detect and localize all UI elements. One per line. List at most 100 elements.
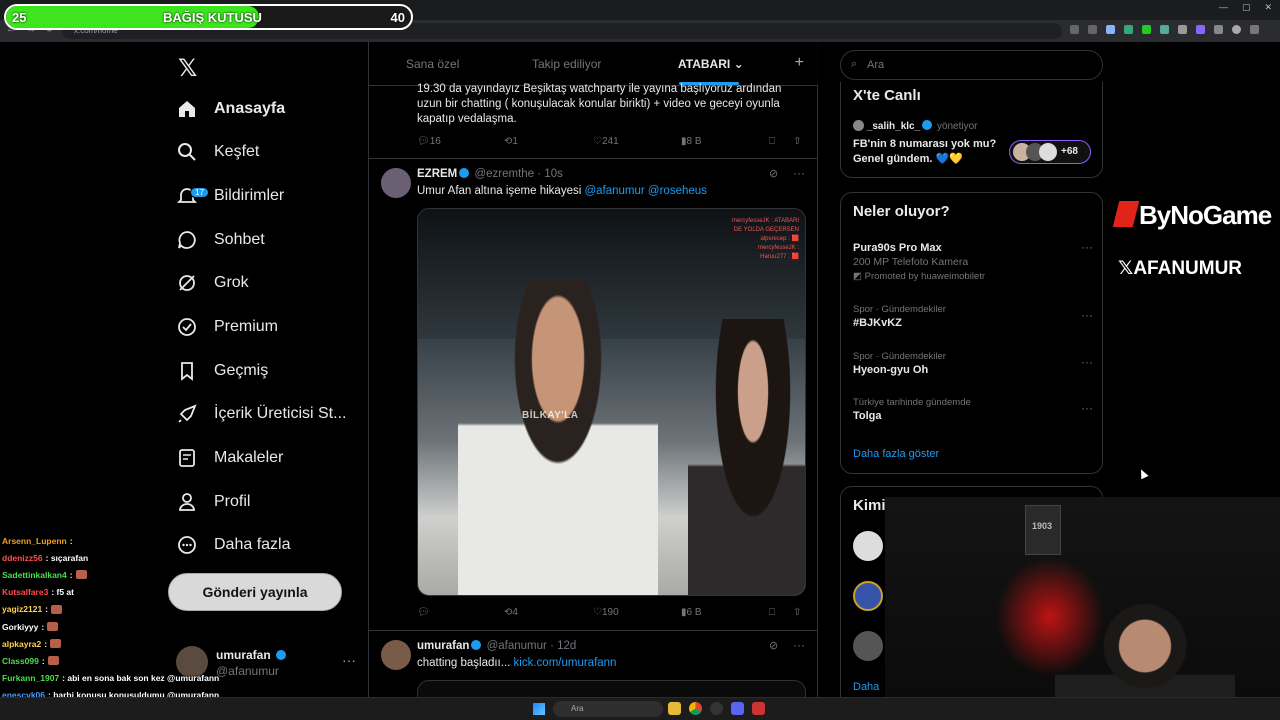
more-dots-icon[interactable]: ··· [1081,240,1093,254]
minimize-button[interactable]: — [1219,2,1228,13]
chat-username: Kutsalfare3 [2,587,49,598]
more-dots-icon[interactable]: ··· [1081,401,1093,415]
more-dots-icon[interactable]: ··· [793,638,805,652]
divider [369,630,818,631]
extension-icon[interactable] [1160,25,1169,34]
windows-start-icon[interactable] [533,703,545,715]
extension-icon[interactable] [1196,25,1205,34]
nav-grok[interactable]: Grok [176,263,249,303]
reply-button[interactable]: 💬︎ 16 [417,136,441,147]
grok-icon[interactable]: ⊘ [769,167,778,180]
like-button[interactable]: ♡ 190 [593,607,619,618]
post-video[interactable]: BİLKAY'LA mercyfesseJK : ATABARI DE YOLD… [417,208,806,596]
app-icon[interactable] [752,702,765,715]
trend-item[interactable]: Spor · Gündemdekiler #BJKvKZ ··· [853,304,1093,329]
search-icon: ⌕ [851,58,858,70]
show-more-link[interactable]: Daha fazla göster [853,448,939,460]
webcam-feed: 1903 [885,497,1280,720]
bell-icon: 17 [176,185,209,207]
zoom-icon[interactable] [1070,25,1079,34]
live-topic[interactable]: FB'nin 8 numarası yok mu? Genel gündem. … [853,137,1013,167]
video-chat-line: alpsrecep : 🟥 [760,236,800,242]
kebab-menu-icon[interactable] [1250,25,1259,34]
nav-articles[interactable]: Makaleler [176,438,283,478]
views-button[interactable]: ▮ 8 B [681,136,702,147]
nav-explore[interactable]: Keşfet [176,132,259,172]
trend-item[interactable]: Türkiye tarihinde gündemde Tolga ··· [853,397,1093,422]
maximize-button[interactable]: ▢ [1242,2,1251,13]
show-more-link[interactable]: Daha [853,681,879,693]
obs-icon[interactable] [710,702,723,715]
trend-context: Spor · Gündemdekiler [853,351,946,362]
live-listeners[interactable]: +68 [1009,140,1091,164]
nav-chat[interactable]: Sohbet [176,220,265,260]
trend-item[interactable]: Spor · Gündemdekiler Hyeon-gyu Oh ··· [853,351,1093,376]
author-name[interactable]: umurafan [417,640,469,652]
search-input[interactable]: ⌕ Ara [840,50,1103,80]
avatar[interactable] [853,631,883,661]
profile-icon[interactable] [1232,25,1241,34]
nav-history[interactable]: Geçmiş [176,351,268,391]
bookmark-icon[interactable]: ⎕ [769,607,775,618]
more-dots-icon[interactable]: ··· [342,652,356,668]
share-icon[interactable]: ⇧ [793,607,801,618]
reply-button[interactable]: 💬︎ [417,607,430,618]
avatar[interactable] [381,640,411,670]
more-dots-icon[interactable]: ··· [1081,355,1093,369]
nav-profile[interactable]: Profil [176,482,250,522]
divider [369,158,818,159]
nav-label: Geçmiş [214,362,269,379]
x-logo-icon[interactable]: 𝕏 [178,54,197,83]
extension-icon[interactable] [1178,25,1187,34]
extension-icon[interactable] [1142,25,1151,34]
x-handle-overlay: 𝕏AFANUMUR [1118,257,1242,280]
nav-notifications[interactable]: 17 Bildirimler [176,176,284,216]
post-actions: 💬︎ 16 ⟲ 1 ♡ 241 ▮ 8 B ⎕ ⇧ [417,136,807,150]
live-host[interactable]: _salih_klc_ [867,121,920,132]
post-time[interactable]: · 10s [537,168,563,180]
live-panel: X'te Canlı _salih_klc_ yönetiyor FB'nin … [840,82,1103,178]
share-icon[interactable]: ⇧ [793,136,801,147]
repost-button[interactable]: ⟲ 4 [504,607,518,618]
avatar[interactable] [853,531,883,561]
tab-atabari[interactable]: ATABARI ⌄ [678,57,744,71]
bookmark-icon[interactable]: ⎕ [769,136,775,147]
repost-button[interactable]: ⟲ 1 [504,136,518,147]
discord-icon[interactable] [731,702,744,715]
promoted-label: Promoted by huaweimobiletr [864,271,986,282]
like-button[interactable]: ♡ 241 [593,136,619,147]
file-explorer-icon[interactable] [668,702,681,715]
home-icon [176,98,198,120]
nav-creator-studio[interactable]: İçerik Üreticisi St... [176,394,346,434]
grok-icon[interactable]: ⊘ [769,639,778,652]
views-button[interactable]: ▮ 6 B [681,607,702,618]
add-tab-icon[interactable]: + [795,54,804,72]
more-dots-icon[interactable]: ··· [1081,308,1093,322]
nav-premium[interactable]: Premium [176,307,278,347]
nav-home[interactable]: Anasayfa [176,89,285,129]
avatar[interactable] [381,168,411,198]
extension-icon[interactable] [1124,25,1133,34]
cast-icon[interactable] [1088,25,1097,34]
author-handle[interactable]: @ezremthe [474,168,534,180]
chat-text: : [69,535,73,546]
author-name[interactable]: EZREM [417,168,457,180]
wall-frame: 1903 [1025,505,1061,555]
chrome-icon[interactable] [689,702,702,715]
star-icon[interactable] [1106,25,1115,34]
post-link[interactable]: kick.com/umurafann [514,657,617,669]
close-window-button[interactable]: ✕ [1264,2,1272,13]
more-dots-icon[interactable]: ··· [793,166,805,180]
author-handle[interactable]: @afanumur [487,640,547,652]
tab-following[interactable]: Takip ediliyor [532,57,601,71]
trend-item[interactable]: Pura90s Pro Max 200 MP Telefoto Kamera ◩… [853,240,1093,282]
tab-for-you[interactable]: Sana özel [406,57,459,71]
puzzle-icon[interactable] [1214,25,1223,34]
avatar[interactable] [853,581,883,611]
nav-label: Makaleler [214,449,284,466]
post-mentions[interactable]: @afanumur @roseheus [584,185,706,197]
trends-panel: Neler oluyor? Pura90s Pro Max 200 MP Tel… [840,192,1103,474]
chat-text: : [69,569,73,580]
taskbar-search[interactable]: Ara [553,701,663,717]
post-time[interactable]: · 12d [550,640,576,652]
